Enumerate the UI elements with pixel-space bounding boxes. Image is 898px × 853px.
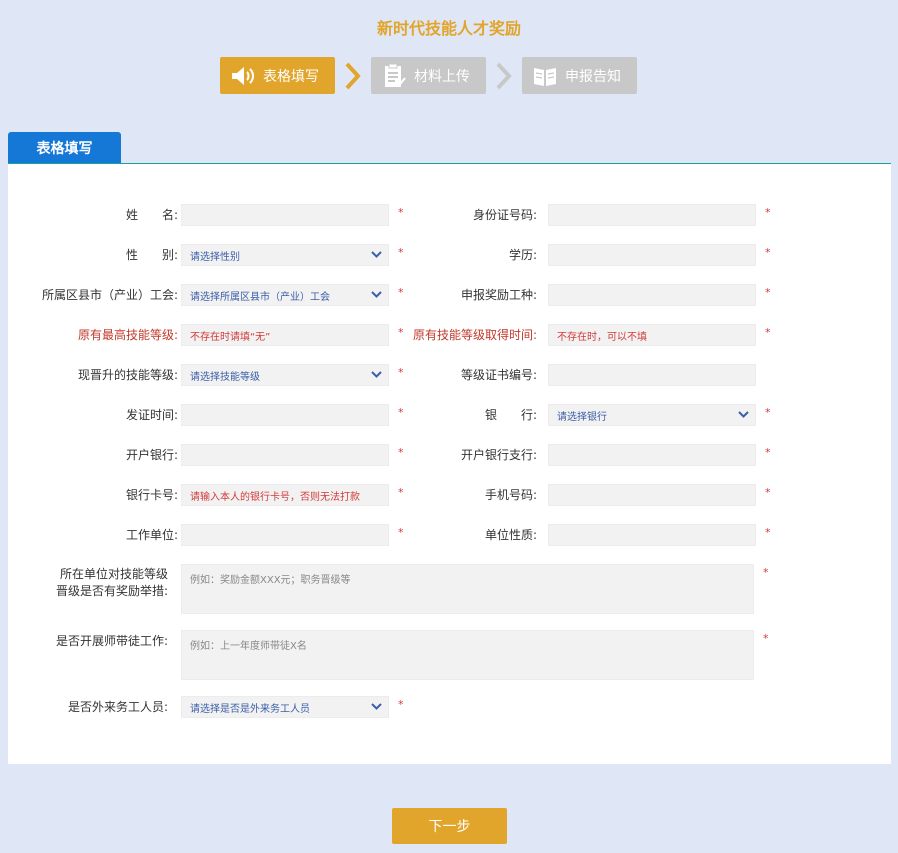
cert-no-label: 等级证书编号: bbox=[460, 368, 537, 382]
new-level-label: 现晋升的技能等级: bbox=[77, 368, 178, 382]
cert-no-input[interactable] bbox=[548, 364, 756, 386]
district-label: 所属区县市（产业）工会: bbox=[41, 288, 178, 302]
required-mark: * bbox=[765, 206, 771, 219]
employer-type-label: 单位性质: bbox=[484, 528, 537, 542]
employer-input[interactable] bbox=[181, 524, 389, 546]
chevron-down-icon bbox=[371, 703, 382, 710]
phone-input[interactable] bbox=[548, 484, 756, 506]
award-type-label: 申报奖励工种: bbox=[460, 288, 537, 302]
open-branch-label: 开户银行支行: bbox=[460, 448, 537, 462]
form-panel: 姓 名: * 身份证号码: * 性 别: 请选择性别 * 学历: * 所属区县市… bbox=[8, 164, 891, 764]
orig-time-input[interactable]: 不存在时，可以不填 bbox=[548, 324, 756, 346]
step-notification[interactable]: 申报告知 bbox=[522, 57, 637, 94]
bank-select[interactable]: 请选择银行 bbox=[548, 404, 756, 426]
education-label: 学历: bbox=[508, 248, 537, 262]
required-mark: * bbox=[763, 566, 769, 579]
orig-level-placeholder: 不存在时请填“无” bbox=[190, 331, 271, 343]
tab-bar: 表格填写 bbox=[8, 132, 891, 164]
incentive-placeholder: 例如：奖励金额XXX元；职务晋级等 bbox=[190, 575, 351, 586]
issue-time-input[interactable] bbox=[181, 404, 389, 426]
bank-select-value: 请选择银行 bbox=[557, 411, 607, 423]
required-mark: * bbox=[765, 406, 771, 419]
card-placeholder: 请输入本人的银行卡号，否则无法打款 bbox=[190, 491, 360, 503]
education-input[interactable] bbox=[548, 244, 756, 266]
orig-level-label: 原有最高技能等级: bbox=[77, 328, 178, 342]
mentor-textarea[interactable]: 例如：上一年度师带徒X名 bbox=[181, 630, 754, 680]
page-title: 新时代技能人才奖励 bbox=[376, 19, 521, 38]
step-material-upload[interactable]: 材料上传 bbox=[371, 57, 486, 94]
employer-label: 工作单位: bbox=[125, 528, 178, 542]
migrant-label: 是否外来务工人员: bbox=[67, 700, 168, 714]
required-mark: * bbox=[398, 698, 404, 711]
bank-label: 银 行: bbox=[484, 408, 537, 422]
chevron-right-icon bbox=[345, 62, 361, 90]
mentor-label: 是否开展师带徒工作: bbox=[55, 634, 168, 648]
chevron-down-icon bbox=[738, 411, 749, 418]
orig-level-input[interactable]: 不存在时请填“无” bbox=[181, 324, 389, 346]
open-bank-label: 开户银行: bbox=[125, 448, 178, 462]
required-mark: * bbox=[763, 632, 769, 645]
name-input[interactable] bbox=[181, 204, 389, 226]
incentive-label-line-2: 晋级是否有奖励举措: bbox=[55, 584, 168, 598]
card-input[interactable]: 请输入本人的银行卡号，否则无法打款 bbox=[181, 484, 389, 506]
employer-type-input[interactable] bbox=[548, 524, 756, 546]
book-icon bbox=[530, 61, 560, 91]
checklist-icon bbox=[379, 61, 409, 91]
mentor-placeholder: 例如：上一年度师带徒X名 bbox=[190, 641, 307, 652]
migrant-select-value: 请选择是否是外来务工人员 bbox=[190, 703, 310, 715]
gender-select[interactable]: 请选择性别 bbox=[181, 244, 389, 266]
next-step-button[interactable]: 下一步 bbox=[392, 808, 507, 844]
issue-time-label: 发证时间: bbox=[125, 408, 178, 422]
gender-select-value: 请选择性别 bbox=[190, 251, 240, 263]
open-bank-input[interactable] bbox=[181, 444, 389, 466]
step-label: 材料上传 bbox=[414, 68, 470, 85]
required-mark: * bbox=[765, 446, 771, 459]
incentive-textarea[interactable]: 例如：奖励金额XXX元；职务晋级等 bbox=[181, 564, 754, 614]
step-form-fill[interactable]: 表格填写 bbox=[220, 57, 335, 94]
award-type-input[interactable] bbox=[548, 284, 756, 306]
card-label: 银行卡号: bbox=[125, 488, 178, 502]
required-mark: * bbox=[765, 326, 771, 339]
required-mark: * bbox=[765, 486, 771, 499]
orig-time-label: 原有技能等级取得时间: bbox=[412, 328, 537, 342]
open-branch-input[interactable] bbox=[548, 444, 756, 466]
required-mark: * bbox=[765, 286, 771, 299]
migrant-select[interactable]: 请选择是否是外来务工人员 bbox=[181, 696, 389, 718]
new-level-select[interactable]: 请选择技能等级 bbox=[181, 364, 389, 386]
required-mark: * bbox=[765, 526, 771, 539]
phone-label: 手机号码: bbox=[484, 488, 537, 502]
district-select[interactable]: 请选择所属区县市（产业）工会 bbox=[181, 284, 389, 306]
new-level-select-value: 请选择技能等级 bbox=[190, 371, 260, 383]
orig-time-placeholder: 不存在时，可以不填 bbox=[557, 331, 647, 343]
id-number-input[interactable] bbox=[548, 204, 756, 226]
step-label: 表格填写 bbox=[263, 68, 319, 85]
step-label: 申报告知 bbox=[565, 68, 621, 85]
chevron-right-icon bbox=[496, 62, 512, 90]
speaker-icon bbox=[228, 61, 258, 91]
required-mark: * bbox=[765, 246, 771, 259]
incentive-label: 所在单位对技能等级 晋级是否有奖励举措: bbox=[8, 566, 168, 600]
name-label: 姓 名: bbox=[125, 208, 178, 222]
gender-label: 性 别: bbox=[125, 248, 178, 262]
district-select-value: 请选择所属区县市（产业）工会 bbox=[190, 291, 330, 303]
incentive-label-line-1: 所在单位对技能等级 bbox=[59, 567, 168, 581]
tab-form-fill[interactable]: 表格填写 bbox=[8, 132, 121, 163]
id-number-label: 身份证号码: bbox=[472, 208, 537, 222]
